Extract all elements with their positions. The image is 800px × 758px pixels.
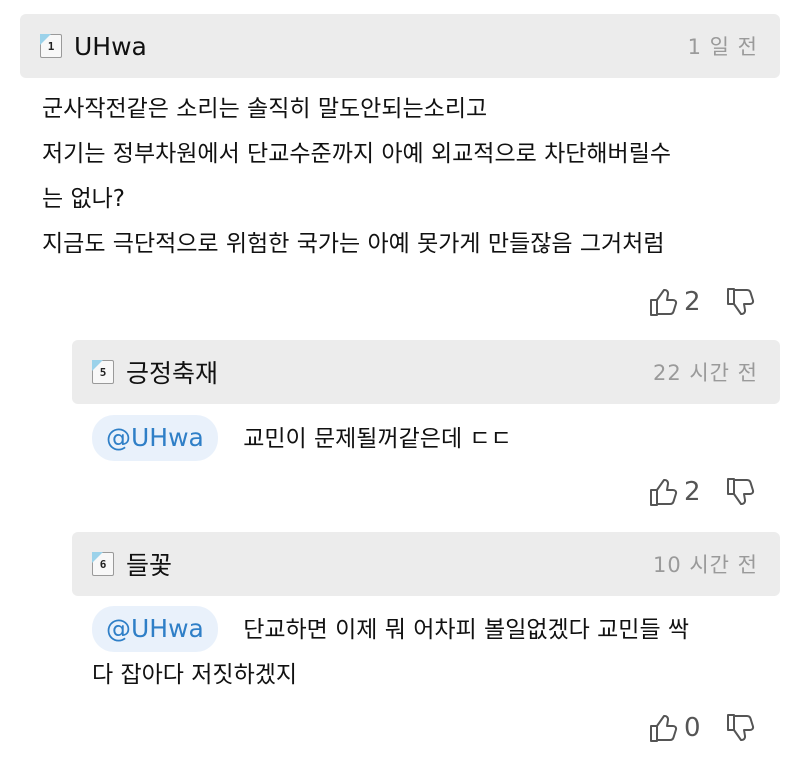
thumbs-down-icon[interactable] [725, 476, 755, 508]
vote-bar: 2 [648, 472, 755, 512]
thumbs-up-icon[interactable] [648, 712, 678, 744]
reply-header: 6 들꽃 10 시간 전 [72, 532, 780, 596]
thumbs-up-icon[interactable] [648, 286, 678, 318]
reply-body: @UHwa 단교하면 이제 뭐 어차피 볼일없겠다 교민들 싹 다 잡아다 저짓… [92, 606, 782, 698]
comment-line: 다 잡아다 저짓하겠지 [92, 662, 298, 688]
level-badge-icon: 5 [92, 360, 114, 384]
username[interactable]: 긍정축재 [126, 354, 218, 390]
reply-header: 5 긍정축재 22 시간 전 [72, 340, 780, 404]
like-count: 0 [684, 713, 701, 743]
vote-bar: 2 [648, 282, 755, 322]
username[interactable]: UHwa [74, 32, 147, 61]
timestamp: 10 시간 전 [652, 553, 758, 577]
comment-body: 군사작전같은 소리는 솔직히 말도안되는소리고 저기는 정부차원에서 단교수준까… [42, 87, 782, 267]
comment-line: 교민이 문제될꺼같은데 ㄷㄷ [243, 426, 512, 452]
comment-line: 군사작전같은 소리는 솔직히 말도안되는소리고 [42, 96, 488, 122]
username[interactable]: 들꽃 [126, 546, 172, 582]
level-badge-icon: 6 [92, 552, 114, 576]
comment-line: 단교하면 이제 뭐 어차피 볼일없겠다 교민들 싹 [243, 617, 690, 643]
comment-line: 지금도 극단적으로 위험한 국가는 아예 못가게 만들잖음 그거처럼 [42, 231, 665, 257]
thumbs-up-icon[interactable] [648, 476, 678, 508]
reply-body: @UHwa 교민이 문제될꺼같은데 ㄷㄷ [92, 415, 782, 462]
thumbs-down-icon[interactable] [725, 286, 755, 318]
mention-tag[interactable]: @UHwa [92, 415, 218, 461]
timestamp: 22 시간 전 [652, 361, 758, 385]
mention-tag[interactable]: @UHwa [92, 606, 218, 652]
like-count: 2 [684, 287, 701, 317]
comment-line: 는 없나? [42, 186, 125, 212]
like-count: 2 [684, 477, 701, 507]
comment-header: 1 UHwa 1 일 전 [20, 14, 780, 78]
comment-line: 저기는 정부차원에서 단교수준까지 아예 외교적으로 차단해버릴수 [42, 141, 672, 167]
vote-bar: 0 [648, 708, 755, 748]
thumbs-down-icon[interactable] [725, 712, 755, 744]
level-badge-icon: 1 [40, 34, 62, 58]
timestamp: 1 일 전 [687, 35, 758, 59]
